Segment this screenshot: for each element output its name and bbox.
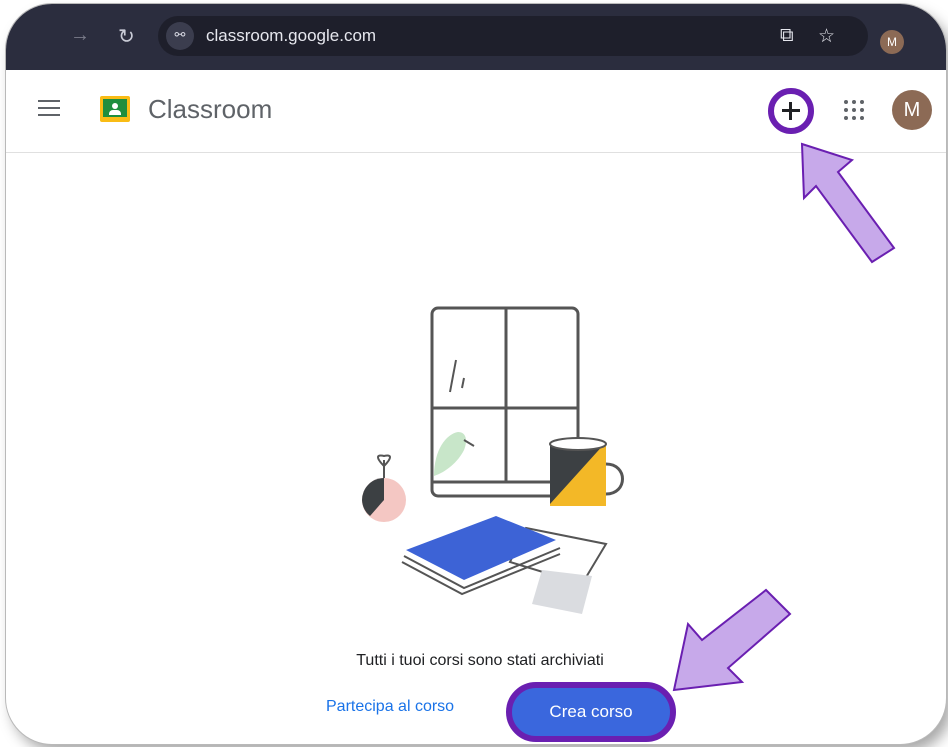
browser-profile-avatar[interactable]: M <box>880 30 904 54</box>
join-course-link[interactable]: Partecipa al corso <box>326 698 454 716</box>
account-avatar[interactable]: M <box>892 90 932 130</box>
back-arrow-icon[interactable]: → <box>70 24 90 47</box>
screenshot-frame: → ↻ ⚯ classroom.google.com ⧉ ☆ M Classro… <box>6 4 946 744</box>
create-course-label: Crea corso <box>549 702 633 721</box>
url-text[interactable]: classroom.google.com <box>206 26 376 46</box>
empty-classroom-illustration <box>362 306 624 614</box>
google-apps-icon[interactable] <box>844 100 864 120</box>
add-course-button[interactable] <box>768 88 814 134</box>
browser-toolbar: → ↻ ⚯ classroom.google.com ⧉ ☆ M <box>6 4 946 70</box>
annotation-arrow-up-icon <box>800 142 896 264</box>
classroom-logo-icon[interactable] <box>100 96 130 122</box>
empty-state-message: Tutti i tuoi corsi sono stati archiviati <box>356 652 604 669</box>
main-menu-icon[interactable] <box>38 100 60 121</box>
reload-icon[interactable]: ↻ <box>118 24 135 49</box>
address-bar[interactable]: ⚯ classroom.google.com ⧉ ☆ <box>158 16 868 56</box>
site-settings-icon[interactable]: ⚯ <box>166 22 194 50</box>
create-course-button[interactable]: Crea corso <box>506 682 676 742</box>
app-title[interactable]: Classroom <box>148 94 272 125</box>
bookmark-star-icon[interactable]: ☆ <box>818 25 835 48</box>
open-in-app-icon[interactable]: ⧉ <box>780 25 794 47</box>
annotation-arrow-down-icon <box>672 588 792 692</box>
